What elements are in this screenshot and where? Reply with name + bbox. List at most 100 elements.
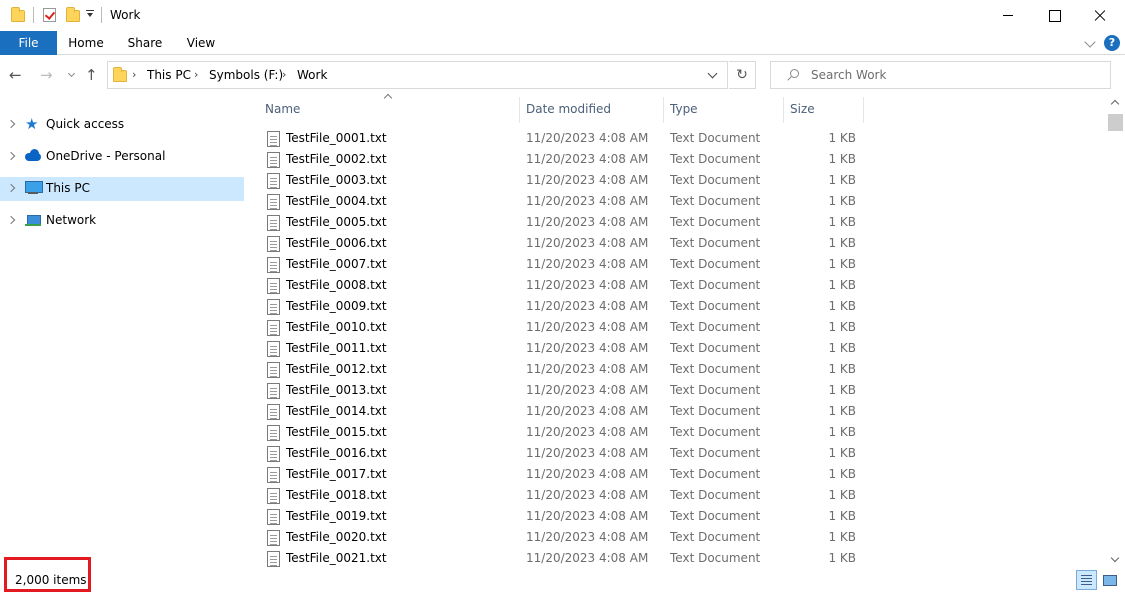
file-size: 1 KB [828, 509, 856, 523]
file-date-modified: 11/20/2023 4:08 AM [526, 467, 649, 481]
expand-ribbon-chevron-icon[interactable] [1084, 36, 1096, 48]
file-row[interactable]: TestFile_0011.txt 11/20/2023 4:08 AM Text … [246, 338, 864, 359]
file-type: Text Document [670, 257, 761, 271]
text-document-icon [267, 551, 280, 567]
sidebar-item-label: This PC [46, 181, 90, 195]
file-row[interactable]: TestFile_0015.txt 11/20/2023 4:08 AM Text … [246, 422, 864, 443]
text-document-icon [267, 215, 280, 231]
file-name: TestFile_0021.txt [286, 551, 387, 565]
column-header-date-modified[interactable]: Date modified [526, 97, 611, 121]
refresh-icon[interactable]: ↻ [729, 61, 756, 89]
breadcrumb-symbols-drive[interactable]: Symbols (F:) [209, 68, 283, 82]
sidebar-item-quick-access[interactable]: ★ Quick access [0, 113, 244, 137]
file-name: TestFile_0001.txt [286, 131, 387, 145]
help-icon[interactable]: ? [1104, 35, 1120, 51]
maximize-button[interactable] [1031, 0, 1077, 31]
column-header-type[interactable]: Type [670, 97, 698, 121]
file-size: 1 KB [828, 425, 856, 439]
expand-chevron-icon[interactable] [6, 119, 16, 129]
search-input[interactable]: Search Work [770, 61, 1111, 89]
address-dropdown-chevron-icon[interactable] [707, 68, 718, 79]
minimize-button[interactable] [985, 0, 1031, 31]
column-divider[interactable] [863, 97, 864, 123]
breadcrumb-chevron-icon[interactable]: › [282, 68, 286, 81]
scroll-down-arrow-icon[interactable] [1110, 553, 1120, 563]
breadcrumb-chevron-icon[interactable]: › [132, 68, 136, 81]
new-folder-icon[interactable] [66, 7, 80, 22]
file-row[interactable]: TestFile_0004.txt 11/20/2023 4:08 AM Text … [246, 191, 864, 212]
text-document-icon [267, 509, 280, 525]
tab-view[interactable]: View [180, 31, 222, 55]
file-row[interactable]: TestFile_0010.txt 11/20/2023 4:08 AM Text … [246, 317, 864, 338]
text-document-icon [267, 194, 280, 210]
close-button[interactable] [1077, 0, 1123, 31]
file-name: TestFile_0006.txt [286, 236, 387, 250]
up-arrow-icon[interactable]: ↑ [85, 64, 103, 86]
file-row[interactable]: TestFile_0007.txt 11/20/2023 4:08 AM Text … [246, 254, 864, 275]
file-size: 1 KB [828, 341, 856, 355]
file-type: Text Document [670, 467, 761, 481]
text-document-icon [267, 530, 280, 546]
file-date-modified: 11/20/2023 4:08 AM [526, 257, 649, 271]
file-type: Text Document [670, 299, 761, 313]
file-type: Text Document [670, 152, 761, 166]
file-size: 1 KB [828, 236, 856, 250]
file-row[interactable]: TestFile_0017.txt 11/20/2023 4:08 AM Text … [246, 464, 864, 485]
folder-icon [113, 67, 127, 82]
sidebar-item-network[interactable]: Network [0, 209, 244, 233]
file-name: TestFile_0010.txt [286, 320, 387, 334]
file-name: TestFile_0003.txt [286, 173, 387, 187]
file-row[interactable]: TestFile_0001.txt 11/20/2023 4:08 AM Text … [246, 128, 864, 149]
breadcrumb-this-pc[interactable]: This PC [147, 68, 191, 82]
file-row[interactable]: TestFile_0012.txt 11/20/2023 4:08 AM Text … [246, 359, 864, 380]
file-row[interactable]: TestFile_0016.txt 11/20/2023 4:08 AM Text … [246, 443, 864, 464]
expand-chevron-icon[interactable] [6, 183, 16, 193]
file-row[interactable]: TestFile_0020.txt 11/20/2023 4:08 AM Text … [246, 527, 864, 548]
file-row[interactable]: TestFile_0008.txt 11/20/2023 4:08 AM Text … [246, 275, 864, 296]
column-divider[interactable] [783, 97, 784, 123]
file-row[interactable]: TestFile_0005.txt 11/20/2023 4:08 AM Text … [246, 212, 864, 233]
network-icon [25, 213, 41, 227]
sidebar-item-onedrive[interactable]: OneDrive - Personal [0, 145, 244, 169]
address-bar[interactable]: › This PC › Symbols (F:) › Work [107, 61, 728, 89]
file-date-modified: 11/20/2023 4:08 AM [526, 173, 649, 187]
file-row[interactable]: TestFile_0002.txt 11/20/2023 4:08 AM Text … [246, 149, 864, 170]
expand-chevron-icon[interactable] [6, 151, 16, 161]
sidebar-item-this-pc[interactable]: This PC [0, 177, 244, 201]
file-row[interactable]: TestFile_0013.txt 11/20/2023 4:08 AM Text … [246, 380, 864, 401]
file-row[interactable]: TestFile_0003.txt 11/20/2023 4:08 AM Text … [246, 170, 864, 191]
file-row[interactable]: TestFile_0009.txt 11/20/2023 4:08 AM Text … [246, 296, 864, 317]
properties-icon[interactable] [43, 8, 56, 22]
scroll-up-arrow-icon[interactable] [1110, 99, 1120, 109]
status-bar: 2,000 items [0, 568, 1125, 593]
vertical-scrollbar[interactable] [1107, 96, 1124, 568]
large-icons-view-icon[interactable] [1099, 570, 1120, 590]
file-size: 1 KB [828, 362, 856, 376]
breadcrumb-work[interactable]: Work [297, 68, 327, 82]
file-row[interactable]: TestFile_0021.txt 11/20/2023 4:08 AM Text … [246, 548, 864, 568]
forward-arrow-icon[interactable]: → [40, 64, 58, 86]
column-divider[interactable] [663, 97, 664, 123]
expand-chevron-icon[interactable] [6, 215, 16, 225]
back-arrow-icon[interactable]: ← [9, 64, 27, 86]
scrollbar-thumb[interactable] [1108, 114, 1123, 131]
column-divider[interactable] [519, 97, 520, 123]
folder-icon[interactable] [11, 7, 25, 22]
file-row[interactable]: TestFile_0019.txt 11/20/2023 4:08 AM Text … [246, 506, 864, 527]
file-date-modified: 11/20/2023 4:08 AM [526, 404, 649, 418]
breadcrumb-chevron-icon[interactable]: › [194, 68, 198, 81]
column-header-size[interactable]: Size [790, 97, 815, 121]
file-type: Text Document [670, 530, 761, 544]
file-row[interactable]: TestFile_0006.txt 11/20/2023 4:08 AM Text … [246, 233, 864, 254]
details-view-icon[interactable] [1076, 570, 1097, 590]
tab-file[interactable]: File [0, 31, 57, 55]
file-row[interactable]: TestFile_0014.txt 11/20/2023 4:08 AM Text … [246, 401, 864, 422]
file-size: 1 KB [828, 404, 856, 418]
file-row[interactable]: TestFile_0018.txt 11/20/2023 4:08 AM Text … [246, 485, 864, 506]
customize-quick-access-dropdown-icon[interactable] [86, 10, 94, 20]
column-header-name[interactable]: Name [265, 97, 300, 121]
recent-locations-chevron-icon[interactable] [68, 64, 78, 86]
tab-home[interactable]: Home [63, 31, 109, 55]
tab-share[interactable]: Share [122, 31, 168, 55]
file-name: TestFile_0002.txt [286, 152, 387, 166]
